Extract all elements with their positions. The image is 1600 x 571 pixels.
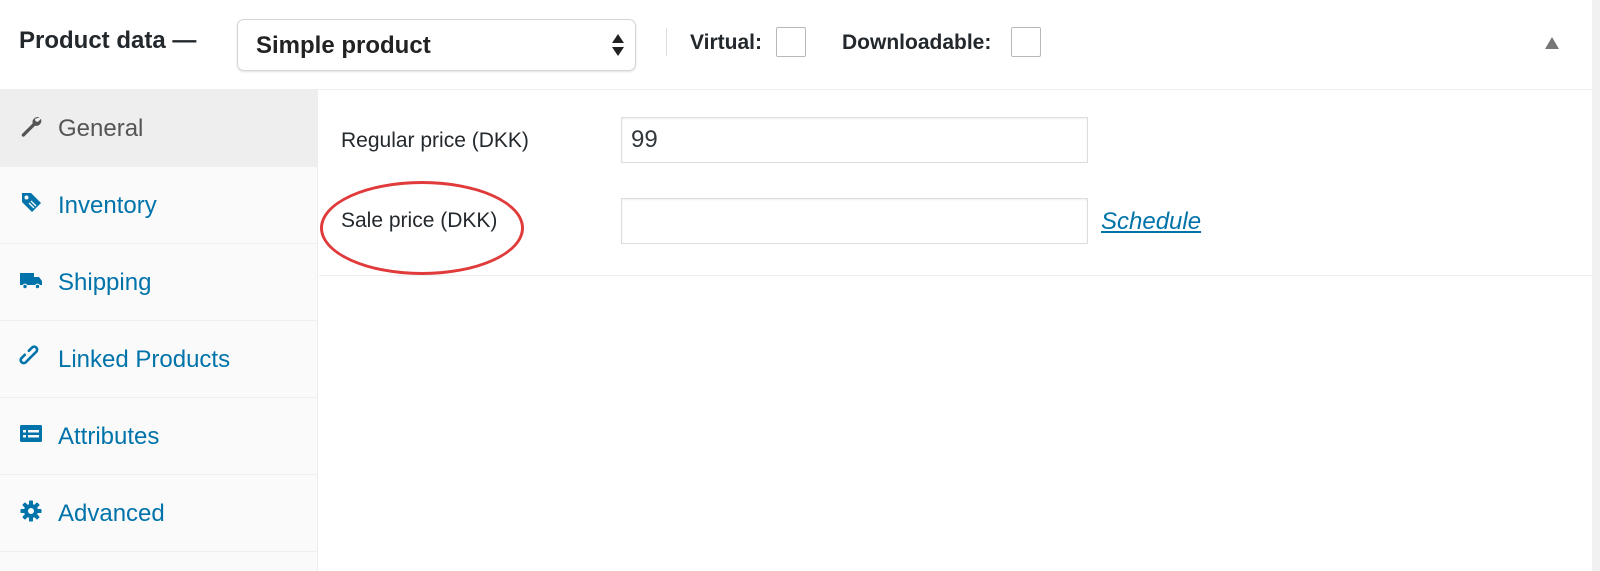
downloadable-checkbox[interactable]: [1011, 27, 1041, 57]
header-divider: [666, 28, 667, 56]
general-panel: Regular price (DKK) Sale price (DKK) Sch…: [319, 90, 1592, 571]
tab-label: Shipping: [58, 269, 152, 296]
tab-label: Attributes: [58, 423, 160, 450]
product-data-panel: Product data — Simple product Virtual: D…: [0, 0, 1592, 571]
tag-icon: [22, 193, 41, 212]
tab-general[interactable]: General: [0, 90, 318, 167]
regular-price-label: Regular price (DKK): [341, 129, 529, 152]
downloadable-label: Downloadable:: [842, 31, 992, 54]
collapse-toggle-icon[interactable]: [1545, 37, 1559, 49]
tab-linked-products[interactable]: Linked Products: [0, 321, 318, 398]
gear-icon: [20, 500, 42, 522]
wrench-icon: [21, 117, 42, 137]
list-icon: [20, 425, 42, 442]
sale-price-label: Sale price (DKK): [341, 209, 498, 232]
schedule-link[interactable]: Schedule: [1101, 208, 1201, 236]
virtual-label: Virtual:: [690, 31, 762, 54]
virtual-checkbox[interactable]: [776, 27, 806, 57]
tab-advanced[interactable]: Advanced: [0, 475, 318, 552]
regular-price-input[interactable]: [621, 117, 1088, 163]
link-icon: [19, 345, 39, 365]
tab-attributes[interactable]: Attributes: [0, 398, 318, 475]
tab-label: General: [58, 115, 144, 142]
product-data-header: Product data — Simple product Virtual: D…: [0, 0, 1592, 90]
product-type-select[interactable]: Simple product: [237, 19, 636, 71]
truck-icon: [20, 273, 42, 290]
panel-title: Product data —: [19, 27, 197, 54]
sale-price-input[interactable]: [621, 198, 1088, 244]
tab-label: Advanced: [58, 500, 165, 527]
tab-label: Inventory: [58, 192, 157, 219]
tab-label: Linked Products: [58, 346, 231, 373]
product-data-tabs: General Inventory Shipping Linked Produc…: [0, 90, 318, 571]
select-arrows-icon: [612, 34, 624, 56]
product-type-value: Simple product: [256, 32, 431, 59]
pricing-fields: Regular price (DKK) Sale price (DKK) Sch…: [319, 90, 1592, 276]
tab-inventory[interactable]: Inventory: [0, 167, 318, 244]
tab-shipping[interactable]: Shipping: [0, 244, 318, 321]
